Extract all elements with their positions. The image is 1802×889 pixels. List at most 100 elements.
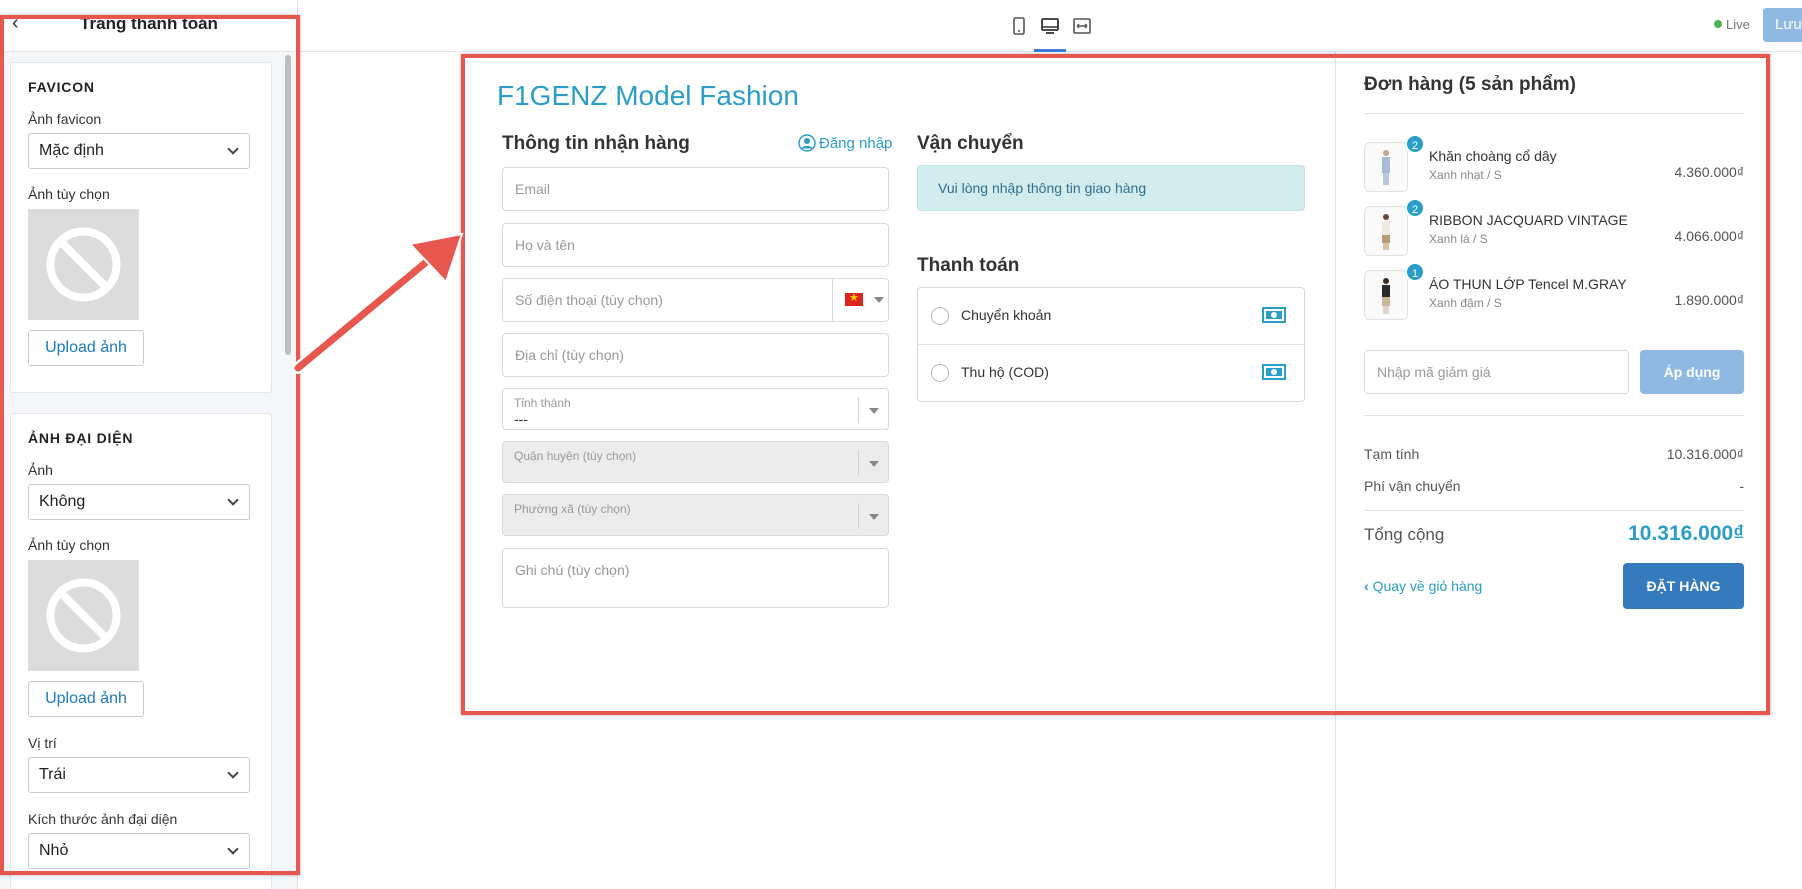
address-placeholder: Địa chỉ (tùy chọn) — [515, 347, 624, 363]
payment-method-transfer[interactable]: Chuyển khoản — [918, 288, 1304, 345]
shipping-fee-value: - — [1739, 478, 1744, 494]
phone-field[interactable]: Số điện thoại (tùy chọn) — [502, 278, 889, 322]
live-dot-icon — [1714, 20, 1722, 28]
settings-panel: ‹ Trang thanh toán FAVICON Ảnh favicon M… — [0, 0, 298, 889]
chevron-left-icon: ‹ — [1364, 578, 1373, 594]
shipping-info-title: Thông tin nhận hàng — [502, 133, 690, 154]
fullwidth-icon[interactable] — [1072, 16, 1092, 36]
divider — [1364, 510, 1744, 511]
favicon-select-value: Mặc định — [39, 142, 104, 159]
mobile-icon[interactable] — [1009, 16, 1029, 36]
payment-methods: Chuyển khoản Thu hộ (COD) — [917, 287, 1305, 402]
district-label: Quận huyện (tùy chọn) — [514, 449, 637, 463]
caret-down-icon[interactable] — [874, 297, 884, 303]
position-select[interactable]: Trái — [28, 757, 250, 793]
radio-button[interactable] — [931, 307, 949, 325]
product-price: 4.066.000₫ — [1674, 228, 1744, 244]
phone-divider — [832, 279, 833, 322]
annotation-arrow-icon — [292, 232, 464, 374]
product-variant: Xanh lá / S — [1429, 232, 1488, 246]
divider — [1364, 415, 1744, 416]
back-to-cart-label: Quay về giỏ hàng — [1372, 578, 1483, 594]
fullname-field[interactable]: Họ và tên — [502, 223, 889, 267]
chevron-down-icon — [227, 843, 239, 855]
place-order-button[interactable]: ĐẶT HÀNG — [1623, 563, 1744, 609]
payment-method-label: Thu hộ (COD) — [961, 364, 1049, 380]
shop-name[interactable]: F1GENZ Model Fashion — [497, 80, 799, 112]
order-item: 2 Khăn choàng cổ dây Xanh nhạt / S 4.360… — [1364, 134, 1744, 194]
vietnam-flag-icon[interactable] — [845, 291, 863, 306]
province-select[interactable]: Tỉnh thành --- — [502, 388, 889, 430]
payment-method-cod[interactable]: Thu hộ (COD) — [918, 345, 1304, 402]
product-price: 1.890.000₫ — [1674, 292, 1744, 308]
total-label: Tổng cộng — [1364, 525, 1445, 544]
avatar-size-select[interactable]: Nhỏ — [28, 833, 250, 869]
province-value: --- — [514, 411, 528, 427]
quantity-badge: 2 — [1405, 198, 1425, 218]
note-field[interactable]: Ghi chú (tùy chọn) — [502, 548, 889, 608]
product-image — [1382, 150, 1390, 185]
back-icon[interactable]: ‹ — [12, 12, 19, 35]
product-thumbnail — [1364, 206, 1408, 256]
desktop-icon[interactable] — [1040, 16, 1060, 36]
chevron-down-icon — [227, 494, 239, 506]
product-variant: Xanh nhạt / S — [1429, 168, 1502, 182]
select-divider — [858, 397, 859, 423]
user-icon — [798, 134, 816, 152]
product-name: ÁO THUN LỚP Tencel M.GRAY — [1429, 276, 1627, 292]
avatar-image-value: Không — [39, 493, 86, 510]
product-thumbnail — [1364, 270, 1408, 320]
email-field[interactable]: Email — [502, 167, 889, 211]
shipping-notice: Vui lòng nhập thông tin giao hàng — [917, 165, 1305, 211]
live-status: Live — [1714, 17, 1750, 32]
save-button[interactable]: Lưu — [1763, 8, 1802, 42]
select-divider — [858, 450, 859, 476]
avatar-custom-label: Ảnh tùy chọn — [28, 537, 110, 553]
product-price: 4.360.000₫ — [1674, 164, 1744, 180]
favicon-custom-label: Ảnh tùy chọn — [28, 186, 110, 202]
total-value: 10.316.000₫ — [1628, 522, 1744, 545]
coupon-placeholder: Nhập mã giảm giá — [1377, 364, 1491, 380]
note-placeholder: Ghi chú (tùy chọn) — [515, 562, 630, 578]
settings-header: ‹ Trang thanh toán — [0, 0, 297, 52]
caret-down-icon — [869, 514, 879, 520]
avatar-upload-button[interactable]: Upload ảnh — [28, 681, 144, 717]
back-to-cart-link[interactable]: ‹ Quay về giỏ hàng — [1364, 578, 1482, 594]
product-name: Khăn choàng cổ dây — [1429, 148, 1557, 164]
shipping-fee-label: Phí vận chuyển — [1364, 478, 1461, 494]
district-select[interactable]: Quận huyện (tùy chọn) — [502, 441, 889, 483]
radio-button[interactable] — [931, 364, 949, 382]
payment-method-label: Chuyển khoản — [961, 307, 1052, 323]
login-link[interactable]: Đăng nhập — [798, 134, 892, 152]
address-field[interactable]: Địa chỉ (tùy chọn) — [502, 333, 889, 377]
favicon-select[interactable]: Mặc định — [28, 133, 250, 169]
no-image-icon — [46, 578, 121, 653]
avatar-image-select[interactable]: Không — [28, 484, 250, 520]
no-image-icon — [46, 227, 121, 302]
favicon-placeholder-image — [28, 209, 139, 320]
avatar-size-label: Kích thước ảnh đại diện — [28, 811, 178, 827]
product-thumbnail — [1364, 142, 1408, 192]
coupon-input[interactable]: Nhập mã giảm giá — [1364, 350, 1629, 394]
favicon-label: Ảnh favicon — [28, 111, 102, 127]
avatar-heading: ẢNH ĐẠI DIỆN — [28, 430, 134, 446]
settings-title: Trang thanh toán — [80, 14, 218, 33]
ward-select[interactable]: Phường xã (tùy chọn) — [502, 494, 889, 536]
province-label: Tỉnh thành — [514, 396, 571, 410]
order-title: Đơn hàng (5 sản phẩm) — [1364, 74, 1576, 95]
ward-label: Phường xã (tùy chọn) — [514, 502, 631, 516]
subtotal-value: 10.316.000₫ — [1666, 446, 1744, 462]
quantity-badge: 2 — [1405, 134, 1425, 154]
caret-down-icon — [869, 461, 879, 467]
shipping-title: Vận chuyển — [917, 133, 1024, 154]
login-label: Đăng nhập — [819, 135, 893, 152]
product-image — [1382, 214, 1390, 250]
chevron-down-icon — [227, 143, 239, 155]
favicon-upload-button[interactable]: Upload ảnh — [28, 330, 144, 366]
email-placeholder: Email — [515, 181, 551, 197]
avatar-placeholder-image — [28, 560, 139, 671]
apply-coupon-button[interactable]: Áp dụng — [1640, 350, 1744, 394]
avatar-image-label: Ảnh — [28, 462, 53, 478]
active-device-indicator — [1034, 49, 1066, 52]
product-name: RIBBON JACQUARD VINTAGE — [1429, 212, 1628, 228]
